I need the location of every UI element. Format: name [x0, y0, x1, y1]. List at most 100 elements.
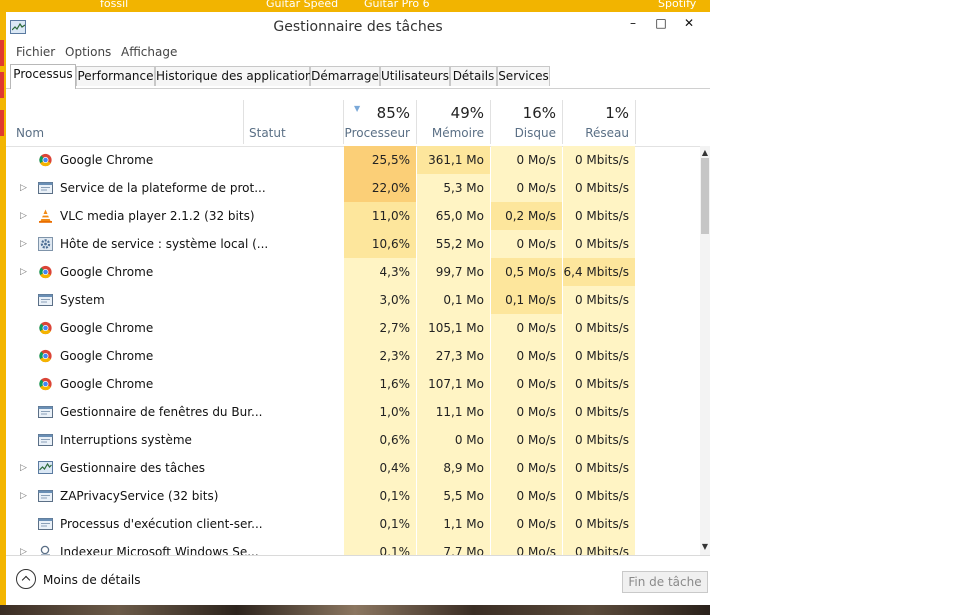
tab-details[interactable]: Détails — [450, 66, 497, 86]
expand-chevron-icon[interactable]: ▷ — [20, 258, 27, 286]
expand-chevron-icon[interactable]: ▷ — [20, 538, 27, 555]
network-cell: 6,4 Mbits/s — [563, 258, 635, 286]
expand-chevron-icon[interactable]: ▷ — [20, 202, 27, 230]
process-row[interactable]: Gestionnaire de fenêtres du Bur... 1,0% 11… — [6, 398, 700, 426]
taskbar-item-spotify[interactable]: Spotify — [658, 0, 696, 10]
disk-cell: 0,5 Mo/s — [491, 258, 562, 286]
process-row[interactable]: Processus d'exécution client-ser... 0,1% 1… — [6, 510, 700, 538]
memory-cell: 107,1 Mo — [417, 370, 490, 398]
disk-cell: 0 Mo/s — [491, 174, 562, 202]
process-name: Google Chrome — [60, 349, 154, 363]
window-app-icon — [38, 517, 53, 531]
memory-cell: 65,0 Mo — [417, 202, 490, 230]
column-separator — [243, 100, 244, 144]
process-row[interactable]: ▷ VLC media player 2.1.2 (32 bits) 11,0% 65… — [6, 202, 700, 230]
process-name: Service de la plateforme de prot... — [60, 181, 266, 195]
column-header-name[interactable]: Nom — [16, 126, 44, 140]
menu-fichier[interactable]: Fichier — [16, 45, 55, 59]
chrome-icon — [38, 265, 53, 279]
window-app-icon — [38, 489, 53, 503]
process-row[interactable]: Interruptions système 0,6% 0 Mo 0 Mo/s 0 Mbi… — [6, 426, 700, 454]
less-details-link[interactable]: Moins de détails — [43, 573, 141, 587]
search-indexer-icon — [38, 545, 53, 555]
menu-options[interactable]: Options — [65, 45, 111, 59]
close-button[interactable]: ✕ — [678, 14, 700, 32]
network-cell: 0 Mbits/s — [563, 454, 635, 482]
cpu-cell: 10,6% — [344, 230, 416, 258]
title-bar[interactable]: Gestionnaire des tâches – □ ✕ — [6, 12, 710, 42]
tab-performance[interactable]: Performance — [76, 66, 155, 86]
expand-chevron-icon[interactable]: ▷ — [20, 230, 27, 258]
process-name: Gestionnaire des tâches — [60, 461, 206, 475]
cpu-cell: 0,6% — [344, 426, 416, 454]
network-cell: 0 Mbits/s — [563, 370, 635, 398]
tab-utilisateurs[interactable]: Utilisateurs — [380, 66, 450, 86]
process-name: Interruptions système — [60, 433, 192, 447]
process-name: Google Chrome — [60, 377, 154, 391]
cpu-cell: 0,1% — [344, 510, 416, 538]
desktop-wallpaper-strip — [0, 605, 710, 615]
gear-service-icon — [38, 237, 53, 251]
expand-chevron-icon[interactable]: ▷ — [20, 454, 27, 482]
column-header-memory[interactable]: Mémoire — [417, 126, 484, 140]
cpu-cell: 2,7% — [344, 314, 416, 342]
disk-cell: 0 Mo/s — [491, 454, 562, 482]
process-row[interactable]: Google Chrome 2,7% 105,1 Mo 0 Mo/s 0 Mbits/s — [6, 314, 700, 342]
taskbar-item-fossil[interactable]: fossil — [100, 0, 128, 10]
network-cell: 0 Mbits/s — [563, 202, 635, 230]
disk-cell: 0 Mo/s — [491, 538, 562, 555]
memory-cell: 0 Mo — [417, 426, 490, 454]
cpu-cell: 0,1% — [344, 538, 416, 555]
process-name: VLC media player 2.1.2 (32 bits) — [60, 209, 255, 223]
process-row[interactable]: ▷ Service de la plateforme de prot... 22,0… — [6, 174, 700, 202]
process-row[interactable]: ▷ Gestionnaire des tâches 0,4% 8,9 Mo 0 Mo/s… — [6, 454, 700, 482]
tab-demarrage[interactable]: Démarrage — [310, 66, 380, 86]
chevron-up-circle-icon[interactable] — [16, 569, 36, 589]
column-header-network[interactable]: Réseau — [563, 126, 629, 140]
scroll-thumb[interactable] — [701, 158, 709, 234]
memory-cell: 27,3 Mo — [417, 342, 490, 370]
disk-cell: 0 Mo/s — [491, 398, 562, 426]
network-cell: 0 Mbits/s — [563, 286, 635, 314]
task-manager-window: Gestionnaire des tâches – □ ✕ Fichier Op… — [6, 12, 710, 605]
vertical-scrollbar[interactable]: ▲ ▼ — [700, 146, 710, 555]
process-row[interactable]: ▷ ZAPrivacyService (32 bits) 0,1% 5,5 Mo 0 M… — [6, 482, 700, 510]
column-separator — [635, 100, 636, 144]
process-row[interactable]: ▷ Indexeur Microsoft Windows Se... 0,1% 7,7… — [6, 538, 700, 555]
disk-cell: 0 Mo/s — [491, 482, 562, 510]
memory-cell: 55,2 Mo — [417, 230, 490, 258]
process-row[interactable]: ▷ Google Chrome 4,3% 99,7 Mo 0,5 Mo/s 6,4 Mbi… — [6, 258, 700, 286]
disk-cell: 0 Mo/s — [491, 230, 562, 258]
process-row[interactable]: Google Chrome 1,6% 107,1 Mo 0 Mo/s 0 Mbits/s — [6, 370, 700, 398]
process-name: Processus d'exécution client-ser... — [60, 517, 263, 531]
expand-chevron-icon[interactable]: ▷ — [20, 174, 27, 202]
maximize-button[interactable]: □ — [650, 14, 672, 32]
process-name: System — [60, 293, 105, 307]
process-row[interactable]: System 3,0% 0,1 Mo 0,1 Mo/s 0 Mbits/s — [6, 286, 700, 314]
disk-cell: 0 Mo/s — [491, 146, 562, 174]
tab-historique[interactable]: Historique des applications — [155, 66, 319, 86]
chrome-icon — [38, 321, 53, 335]
taskbar-item-guitar-speed[interactable]: Guitar Speed — [266, 0, 338, 10]
tab-services[interactable]: Services — [497, 66, 550, 86]
process-row[interactable]: Google Chrome 2,3% 27,3 Mo 0 Mo/s 0 Mbits/s — [6, 342, 700, 370]
scroll-down-icon[interactable]: ▼ — [700, 542, 710, 551]
column-header-cpu[interactable]: Processeur — [344, 126, 410, 140]
window-title: Gestionnaire des tâches — [273, 19, 443, 35]
memory-cell: 7,7 Mo — [417, 538, 490, 555]
taskbar-item-guitar-pro[interactable]: Guitar Pro 6 — [364, 0, 430, 10]
tab-processus[interactable]: Processus — [10, 64, 76, 89]
scroll-up-icon[interactable]: ▲ — [700, 148, 710, 157]
column-header-disk[interactable]: Disque — [491, 126, 556, 140]
minimize-button[interactable]: – — [622, 14, 644, 32]
process-row[interactable]: Google Chrome 25,5% 361,1 Mo 0 Mo/s 0 Mbits/… — [6, 146, 700, 174]
end-task-button[interactable]: Fin de tâche — [622, 571, 708, 593]
task-manager-icon — [38, 461, 53, 475]
process-row[interactable]: ▷ Hôte de service : système local (... 10,… — [6, 230, 700, 258]
chrome-icon — [38, 349, 53, 363]
column-header-status[interactable]: Statut — [249, 126, 286, 140]
menu-affichage[interactable]: Affichage — [121, 45, 177, 59]
cpu-cell: 1,6% — [344, 370, 416, 398]
expand-chevron-icon[interactable]: ▷ — [20, 482, 27, 510]
process-name: Gestionnaire de fenêtres du Bur... — [60, 405, 263, 419]
